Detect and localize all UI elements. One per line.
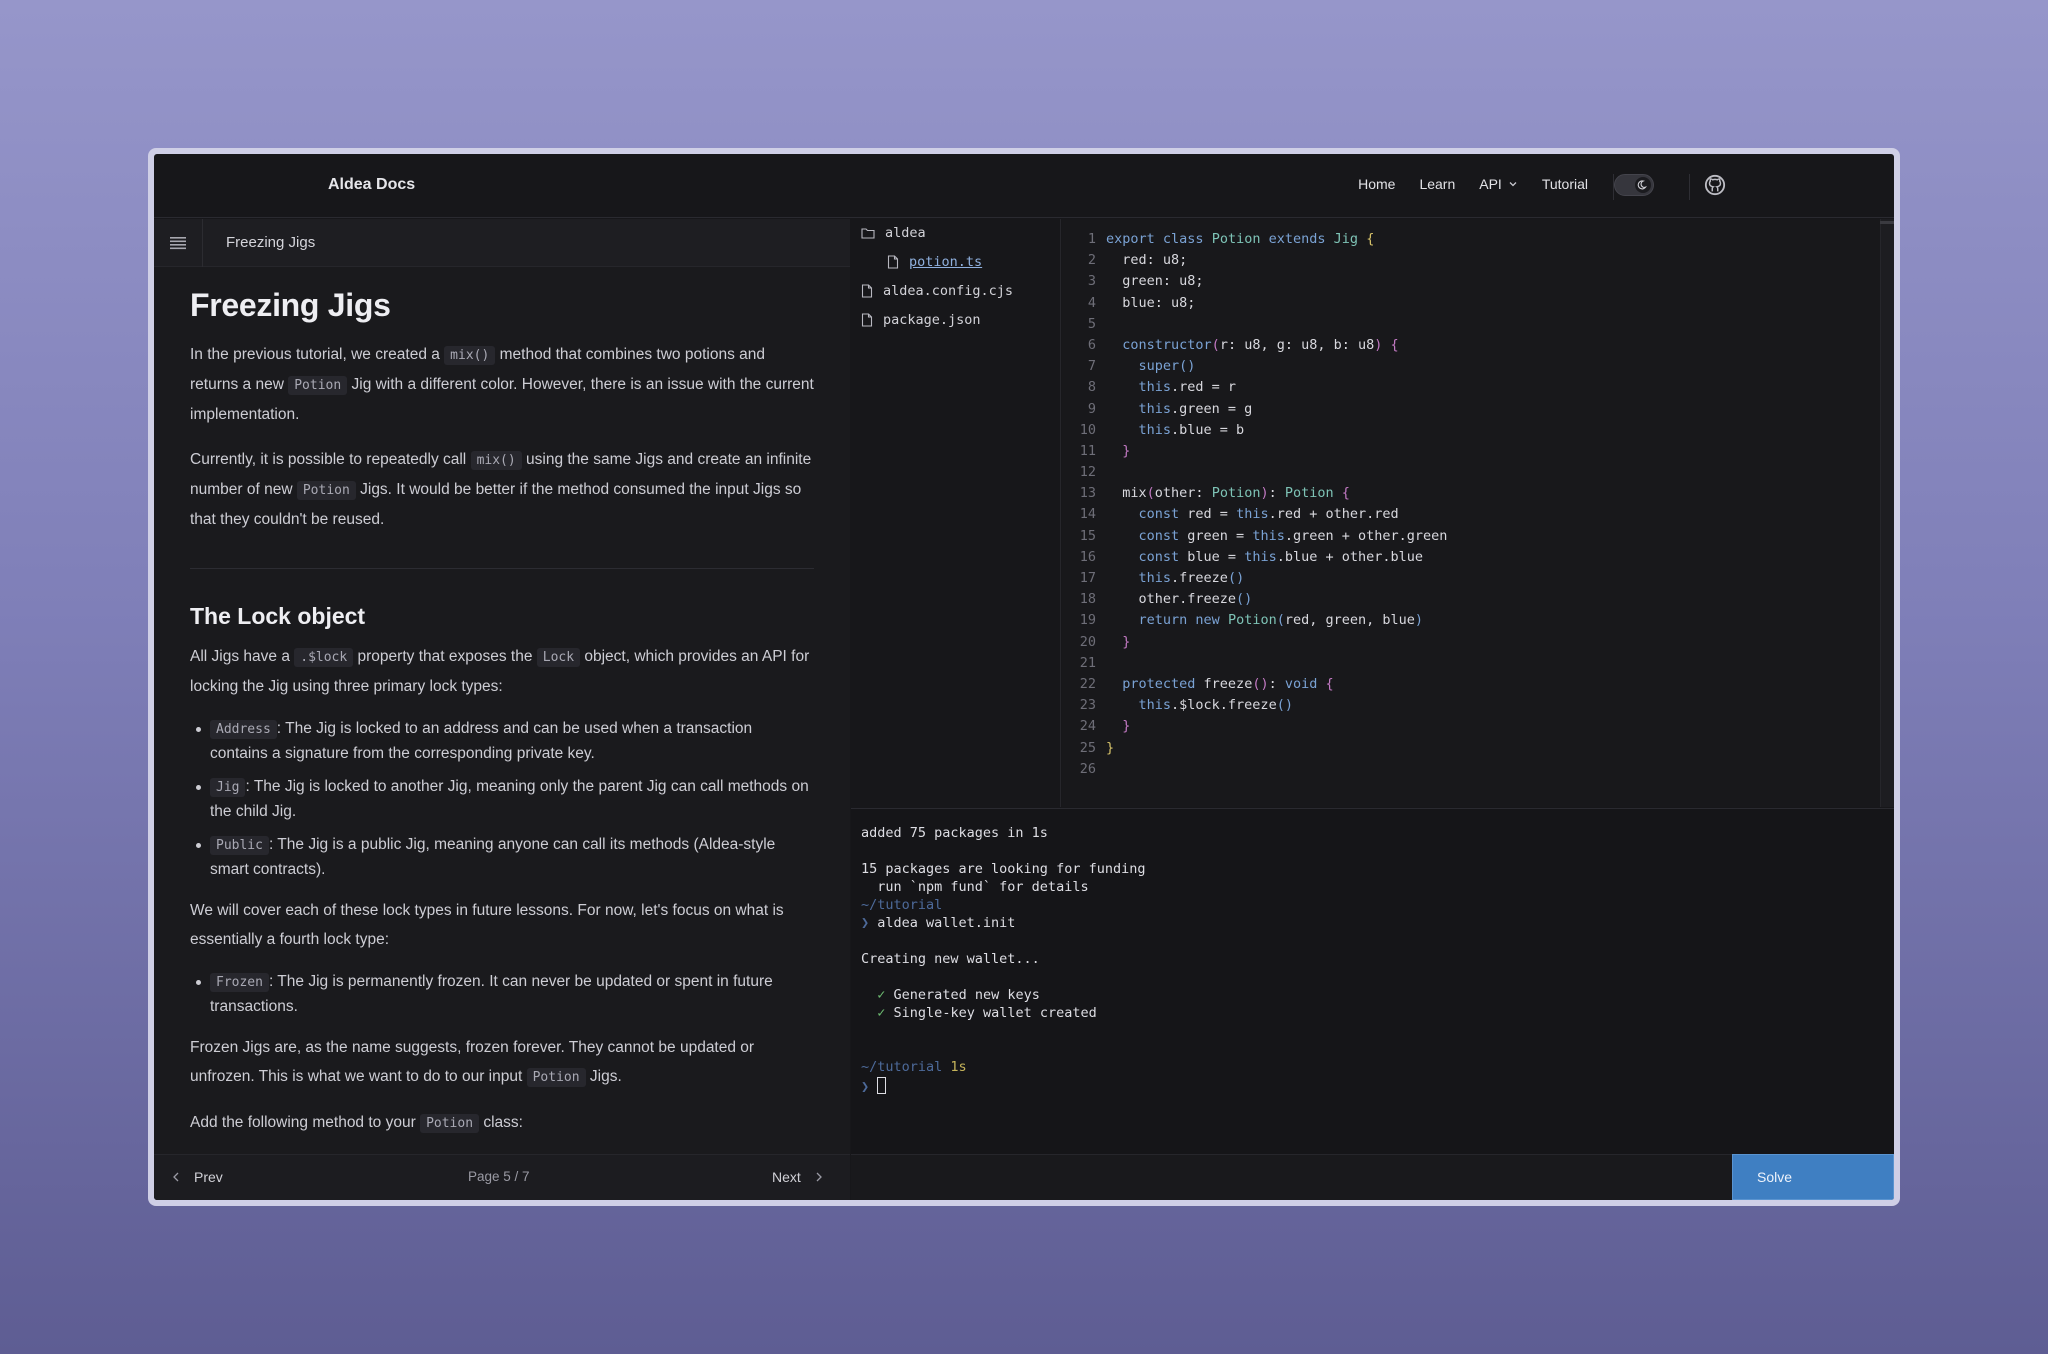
- paragraph: All Jigs have a .$lock property that exp…: [190, 648, 810, 695]
- scroll-thumb[interactable]: [1880, 221, 1894, 224]
- page-title: Freezing Jigs: [190, 287, 391, 323]
- terminal-input[interactable]: ❯: [861, 1077, 887, 1095]
- file-icon: [861, 313, 873, 327]
- tree-folder-aldea[interactable]: aldea: [861, 225, 926, 241]
- menu-icon[interactable]: [170, 236, 186, 250]
- doc-panel: Freezing Jigs Freezing Jigs In the previ…: [154, 219, 850, 1154]
- tree-file-package[interactable]: package.json: [861, 312, 981, 328]
- prev-button[interactable]: Prev: [172, 1169, 223, 1185]
- section-divider: [190, 568, 814, 569]
- pager: Prev Page 5 / 7 Next: [154, 1154, 850, 1200]
- doc-header-bar: Freezing Jigs: [154, 219, 850, 267]
- terminal-prompt-path: ~/tutorial 1s: [861, 1059, 967, 1075]
- inline-code: Public: [210, 836, 269, 855]
- inline-code: Lock: [536, 648, 581, 667]
- terminal-line: added 75 packages in 1s: [861, 825, 1048, 841]
- inline-code: mix(): [470, 451, 522, 470]
- nav-api-label: API: [1479, 176, 1502, 192]
- tree-label: aldea: [885, 225, 926, 241]
- list-item: Address: The Jig is locked to an address…: [196, 717, 814, 766]
- inline-code: Potion: [288, 376, 348, 395]
- chevron-right-icon: [816, 1172, 822, 1182]
- terminal-line: ✓ Single-key wallet created: [877, 1005, 1097, 1021]
- inline-code: Potion: [296, 481, 356, 500]
- folder-icon: [861, 228, 875, 239]
- file-icon: [861, 284, 873, 298]
- inline-code: .$lock: [294, 648, 354, 667]
- paragraph: In the previous tutorial, we created a m…: [190, 346, 814, 423]
- top-nav: Aldea Docs Home Learn API Tutorial: [154, 154, 1894, 218]
- frozen-list: Frozen: The Jig is permanently frozen. I…: [196, 970, 814, 1019]
- nav-links: Home Learn API Tutorial: [1358, 176, 1588, 192]
- divider: [202, 219, 203, 267]
- code-editor[interactable]: 1 export class Potion extends Jig { 2 red…: [1062, 219, 1894, 807]
- inline-code: Jig: [210, 778, 246, 797]
- inline-code: Address: [210, 720, 277, 739]
- action-bar: Solve: [851, 1154, 1894, 1200]
- moon-icon: [1635, 177, 1651, 193]
- terminal[interactable]: added 75 packages in 1s 15 packages are …: [851, 808, 1894, 1154]
- theme-toggle[interactable]: [1614, 174, 1654, 196]
- nav-api[interactable]: API: [1479, 176, 1518, 192]
- terminal-line: run `npm fund` for details: [861, 879, 1089, 895]
- tree-label: potion.ts: [909, 254, 983, 270]
- solve-button[interactable]: Solve: [1732, 1154, 1894, 1200]
- paragraph: Frozen Jigs are, as the name suggests, f…: [190, 1039, 755, 1087]
- terminal-line: ✓ Generated new keys: [877, 987, 1040, 1003]
- page-indicator: Page 5 / 7: [468, 1169, 530, 1184]
- nav-learn[interactable]: Learn: [1419, 176, 1455, 192]
- list-item: Frozen: The Jig is permanently frozen. I…: [196, 970, 814, 1019]
- nav-divider: [1689, 174, 1690, 200]
- brand-title[interactable]: Aldea Docs: [328, 176, 415, 194]
- nav-home[interactable]: Home: [1358, 176, 1395, 192]
- inline-code: mix(): [444, 346, 496, 365]
- prev-label: Prev: [194, 1169, 223, 1185]
- paragraph: Currently, it is possible to repeatedly …: [190, 451, 812, 528]
- terminal-command: ❯ aldea wallet.init: [861, 915, 1016, 931]
- tree-label: aldea.config.cjs: [883, 283, 1014, 299]
- tree-file-potion[interactable]: potion.ts: [887, 254, 982, 270]
- section-heading: The Lock object: [190, 603, 366, 629]
- inline-code: Frozen: [210, 973, 269, 992]
- window-frame: Aldea Docs Home Learn API Tutorial Freez…: [148, 148, 1900, 1206]
- code-lines: 1 export class Potion extends Jig { 2 red…: [1079, 231, 1448, 777]
- terminal-prompt-path: ~/tutorial: [861, 897, 943, 913]
- terminal-line: Creating new wallet...: [861, 951, 1040, 967]
- chevron-down-icon: [1509, 182, 1517, 187]
- doc-content: Freezing Jigs In the previous tutorial, …: [190, 287, 814, 1154]
- next-label: Next: [772, 1169, 801, 1185]
- tree-file-config[interactable]: aldea.config.cjs: [861, 283, 1013, 299]
- list-item: Jig: The Jig is locked to another Jig, m…: [196, 775, 814, 824]
- paragraph: We will cover each of these lock types i…: [190, 902, 784, 948]
- terminal-line: 15 packages are looking for funding: [861, 861, 1146, 877]
- terminal-cursor: [877, 1077, 887, 1094]
- next-button[interactable]: Next: [772, 1169, 823, 1185]
- inline-code: Potion: [420, 1114, 480, 1133]
- github-icon[interactable]: [1704, 174, 1726, 196]
- file-tree: aldea potion.ts aldea.config.cjs package…: [851, 219, 1061, 807]
- app: Aldea Docs Home Learn API Tutorial Freez…: [154, 154, 1894, 1200]
- file-icon: [887, 255, 899, 269]
- editor-scrollbar[interactable]: [1880, 219, 1894, 807]
- inline-code: Potion: [526, 1068, 586, 1087]
- tree-label: package.json: [883, 312, 981, 328]
- paragraph: Add the following method to your Potion …: [190, 1114, 523, 1133]
- lock-types-list: Address: The Jig is locked to an address…: [196, 717, 814, 882]
- doc-breadcrumb-title: Freezing Jigs: [226, 234, 316, 251]
- list-item: Public: The Jig is a public Jig, meaning…: [196, 833, 814, 882]
- nav-tutorial[interactable]: Tutorial: [1542, 176, 1588, 192]
- chevron-left-icon: [173, 1172, 179, 1182]
